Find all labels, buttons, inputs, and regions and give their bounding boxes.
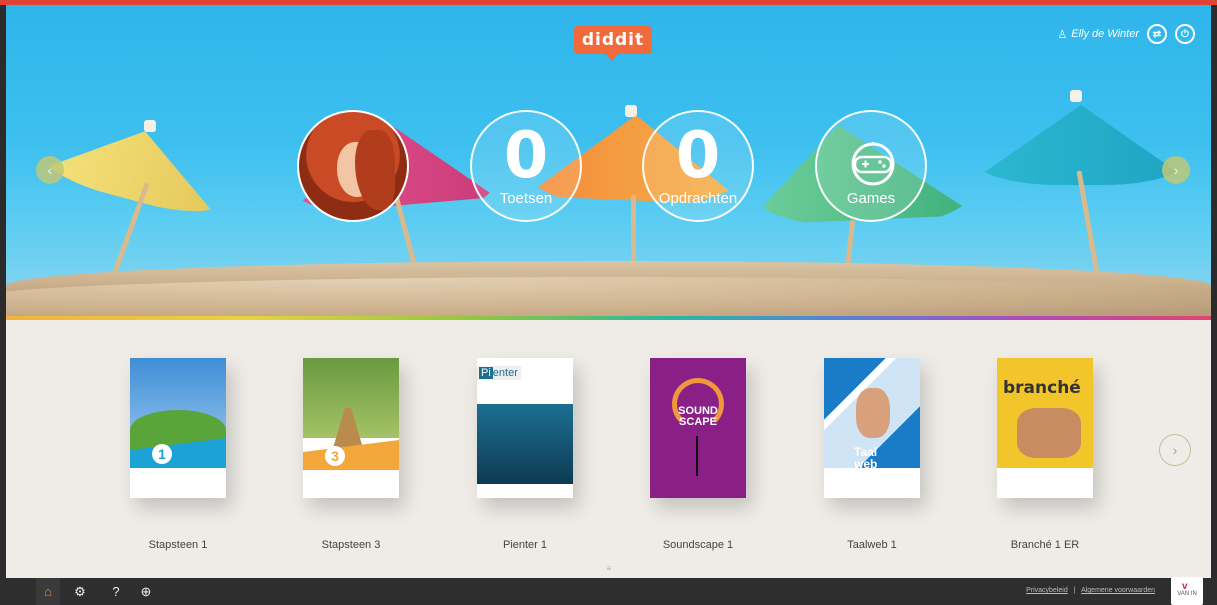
games-button[interactable]: Games [815,110,927,222]
sand-foreground [6,277,1211,317]
book-cover-taalweb-1[interactable]: Taal web [824,358,920,498]
publisher-logo[interactable]: v VAN IN [1171,577,1203,605]
switch-icon[interactable]: ⇄ [1147,24,1167,44]
tests-count: 0 [503,119,549,193]
book-title[interactable]: Pienter 1 [450,539,600,551]
book-shelf: 1 Stapsteen 1 3 Stapsteen 3 Pi enter Pien… [6,320,1211,578]
chevron-right-icon: › [1172,442,1178,458]
gamepad-icon [851,142,895,186]
user-icon: ♙ [1057,28,1068,41]
home-icon: ⌂ [44,584,52,599]
book-cover-branche-1-er[interactable]: branché [997,358,1093,498]
book-cover-pienter-1[interactable]: Pi enter [477,358,573,498]
book-cover-stapsteen-1[interactable]: 1 [130,358,226,498]
terms-link[interactable]: Algemene voorwaarden [1081,587,1155,594]
home-button[interactable]: ⌂ [36,578,60,605]
settings-button[interactable]: ⚙ [68,578,92,605]
footer-links: Privacybeleid | Algemene voorwaarden [1026,587,1155,594]
hero-next-button[interactable]: › [1162,156,1190,184]
assignments-label: Opdrachten [658,190,738,207]
assignments-count: 0 [675,119,721,193]
vanin-mark-icon: v [1182,581,1188,592]
games-label: Games [846,190,896,207]
assignments-counter[interactable]: 0 Opdrachten [642,110,754,222]
tests-counter[interactable]: 0 Toetsen [470,110,582,222]
book-cover-soundscape-1[interactable]: SOUND SCAPE [650,358,746,498]
user-name[interactable]: Elly de Winter [1071,28,1139,40]
logout-icon[interactable]: ⏻ [1175,24,1195,44]
drag-handle-icon[interactable]: ≡ [604,565,614,573]
logo-pointer [606,54,618,61]
add-icon: ⊕ [140,583,152,599]
avatar[interactable] [297,110,409,222]
user-menu: ♙ Elly de Winter ⇄ ⏻ [1057,24,1195,44]
bottom-toolbar: ⌂ ⚙ ? ⊕ Privacybeleid | Algemene voorwaa… [0,578,1217,605]
book-title[interactable]: Soundscape 1 [623,539,773,551]
privacy-link[interactable]: Privacybeleid [1026,587,1068,594]
book-title[interactable]: Taalweb 1 [797,539,947,551]
diddit-logo[interactable]: diddit [574,26,652,54]
books-next-button[interactable]: › [1159,434,1191,466]
help-button[interactable]: ? [104,578,128,605]
frame-right [1211,5,1217,605]
chevron-left-icon: ‹ [47,162,53,178]
help-icon: ? [112,584,120,599]
book-title[interactable]: Stapsteen 3 [276,539,426,551]
add-button[interactable]: ⊕ [134,578,158,605]
avatar-hair [355,130,395,210]
book-title[interactable]: Branché 1 ER [970,539,1120,551]
settings-icon: ⚙ [74,583,86,599]
hero-prev-button[interactable]: ‹ [36,156,64,184]
link-separator: | [1073,587,1076,594]
book-title[interactable]: Stapsteen 1 [103,539,253,551]
tests-label: Toetsen [499,190,553,207]
chevron-right-icon: › [1173,162,1179,178]
book-cover-stapsteen-3[interactable]: 3 [303,358,399,498]
